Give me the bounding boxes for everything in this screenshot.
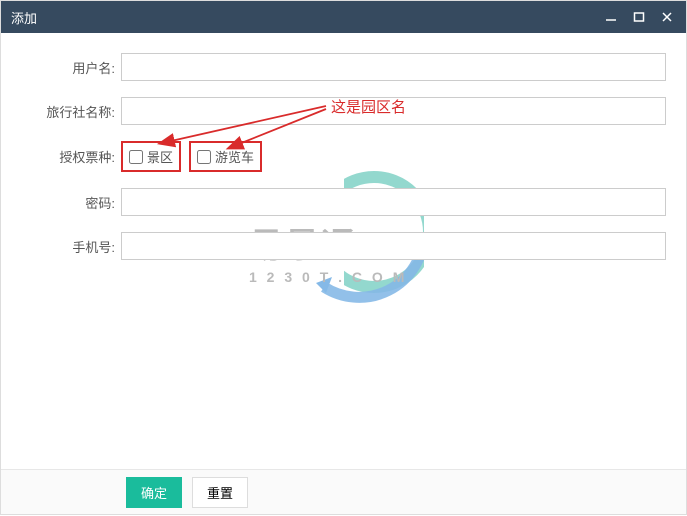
window-title: 添加 [11, 8, 602, 27]
ok-button[interactable]: 确定 [126, 477, 182, 508]
titlebar: 添加 [1, 1, 686, 33]
ticket-checkbox-tourbus-label: 游览车 [215, 147, 254, 166]
window-controls [602, 8, 676, 26]
form-area: 用户名: 旅行社名称: 授权票种: 景区 游览车 密码: 手机号: [1, 33, 686, 260]
phone-input[interactable] [121, 232, 666, 260]
button-bar: 确定 重置 [1, 469, 686, 514]
row-username: 用户名: [21, 53, 666, 81]
password-label: 密码: [21, 193, 121, 212]
close-button[interactable] [658, 8, 676, 26]
maximize-button[interactable] [630, 8, 648, 26]
agency-label: 旅行社名称: [21, 102, 121, 121]
ticket-option-scenic[interactable]: 景区 [121, 141, 181, 172]
row-password: 密码: [21, 188, 666, 216]
ticket-checkbox-scenic[interactable] [129, 150, 143, 164]
watermark-site: 1 2 3 0 T . C O M [249, 269, 407, 285]
ticket-checkbox-tourbus[interactable] [197, 150, 211, 164]
ticket-options: 景区 游览车 [121, 141, 666, 172]
row-ticket: 授权票种: 景区 游览车 [21, 141, 666, 172]
minimize-button[interactable] [602, 8, 620, 26]
reset-button[interactable]: 重置 [192, 477, 248, 508]
username-label: 用户名: [21, 58, 121, 77]
phone-label: 手机号: [21, 237, 121, 256]
ticket-label: 授权票种: [21, 147, 121, 166]
username-input[interactable] [121, 53, 666, 81]
annotation-text: 这是园区名 [331, 96, 406, 117]
password-input[interactable] [121, 188, 666, 216]
ticket-checkbox-scenic-label: 景区 [147, 147, 173, 166]
row-phone: 手机号: [21, 232, 666, 260]
ticket-option-tourbus[interactable]: 游览车 [189, 141, 262, 172]
